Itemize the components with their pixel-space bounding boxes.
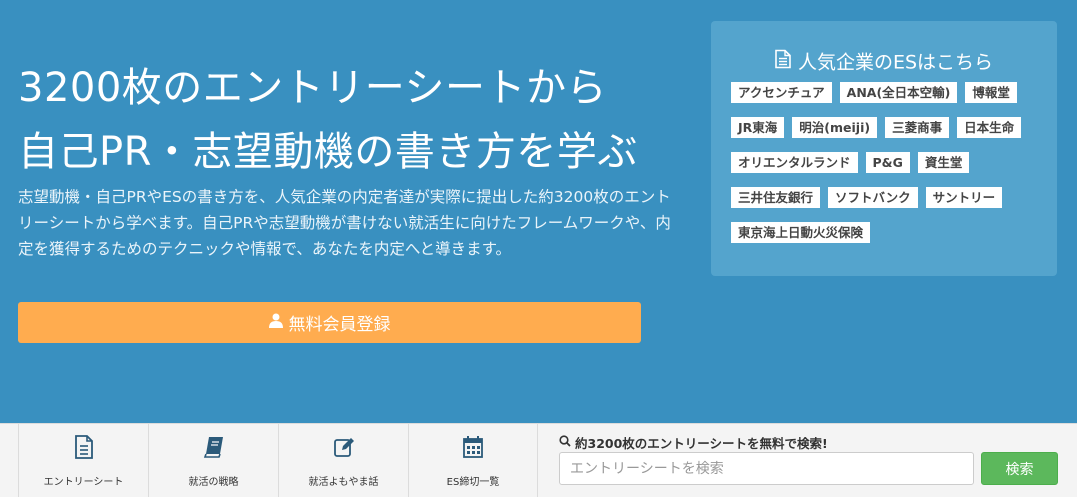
register-button[interactable]: 無料会員登録 <box>18 302 641 343</box>
company-tag-tokio-marine[interactable]: 東京海上日動火災保険 <box>731 222 871 243</box>
nav-label: 就活の戦略 <box>188 476 239 488</box>
bottom-nav: エントリーシート 就活の戦略 就活よもやま話 ES締切一覧 <box>18 424 538 497</box>
hero-section: 3200枚のエントリーシートから 自己PR・志望動機の書き方を学ぶ 志望動機・自… <box>0 0 1077 423</box>
company-tag-shiseido[interactable]: 資生堂 <box>917 152 970 173</box>
document-icon <box>73 434 95 463</box>
nav-label: 就活よもやま話 <box>308 476 379 488</box>
company-tag-nippon-life[interactable]: 日本生命 <box>957 117 1022 138</box>
company-tag-suntory[interactable]: サントリー <box>925 187 1003 208</box>
company-tag-softbank[interactable]: ソフトバンク <box>828 187 918 208</box>
edit-icon <box>333 435 355 463</box>
nav-item-strategy[interactable]: 就活の戦略 <box>148 424 278 497</box>
nav-item-stories[interactable]: 就活よもやま話 <box>278 424 408 497</box>
document-icon <box>775 49 791 73</box>
search-heading: 約3200枚のエントリーシートを無料で検索! <box>559 433 828 452</box>
search-input[interactable] <box>559 452 974 485</box>
company-tag-oriental-land[interactable]: オリエンタルランド <box>731 152 858 173</box>
popular-es-panel: 人気企業のESはこちら アクセンチュア ANA(全日本空輸) 博報堂 JR東海 … <box>711 21 1057 276</box>
headline-line-2: 自己PR・志望動機の書き方を学ぶ <box>18 129 638 175</box>
nav-item-entry-sheet[interactable]: エントリーシート <box>18 424 148 497</box>
company-tag-list: アクセンチュア ANA(全日本空輸) 博報堂 JR東海 明治(meiji) 三菱… <box>731 82 1041 243</box>
nav-label: エントリーシート <box>43 476 124 488</box>
search-icon <box>559 435 571 450</box>
page-title: 3200枚のエントリーシートから 自己PR・志望動機の書き方を学ぶ <box>18 56 698 184</box>
book-icon <box>203 435 225 463</box>
popular-es-title: 人気企業のESはこちら <box>711 48 1057 75</box>
company-tag-meiji[interactable]: 明治(meiji) <box>792 117 878 138</box>
user-icon <box>268 313 283 333</box>
company-tag-smbc[interactable]: 三井住友銀行 <box>731 187 821 208</box>
nav-item-deadlines[interactable]: ES締切一覧 <box>408 424 538 497</box>
search-heading-text: 約3200枚のエントリーシートを無料で検索! <box>575 436 828 451</box>
company-tag-jr-central[interactable]: JR東海 <box>731 117 785 138</box>
search-button[interactable]: 検索 <box>981 452 1058 485</box>
company-tag-hakuhodo[interactable]: 博報堂 <box>965 82 1017 103</box>
company-tag-accenture[interactable]: アクセンチュア <box>731 82 832 103</box>
headline-line-1: 3200枚のエントリーシートから <box>18 65 607 111</box>
nav-label: ES締切一覧 <box>446 476 500 488</box>
register-button-label: 無料会員登録 <box>288 315 391 335</box>
company-tag-mitsubishi-corp[interactable]: 三菱商事 <box>885 117 950 138</box>
company-tag-pg[interactable]: P&G <box>865 152 910 173</box>
company-tag-ana[interactable]: ANA(全日本空輸) <box>839 82 958 103</box>
hero-description: 志望動機・自己PRやESの書き方を、人気企業の内定者達が実際に提出した約3200… <box>18 188 671 258</box>
calendar-icon <box>462 435 484 463</box>
popular-es-title-text: 人気企業のESはこちら <box>797 51 994 74</box>
